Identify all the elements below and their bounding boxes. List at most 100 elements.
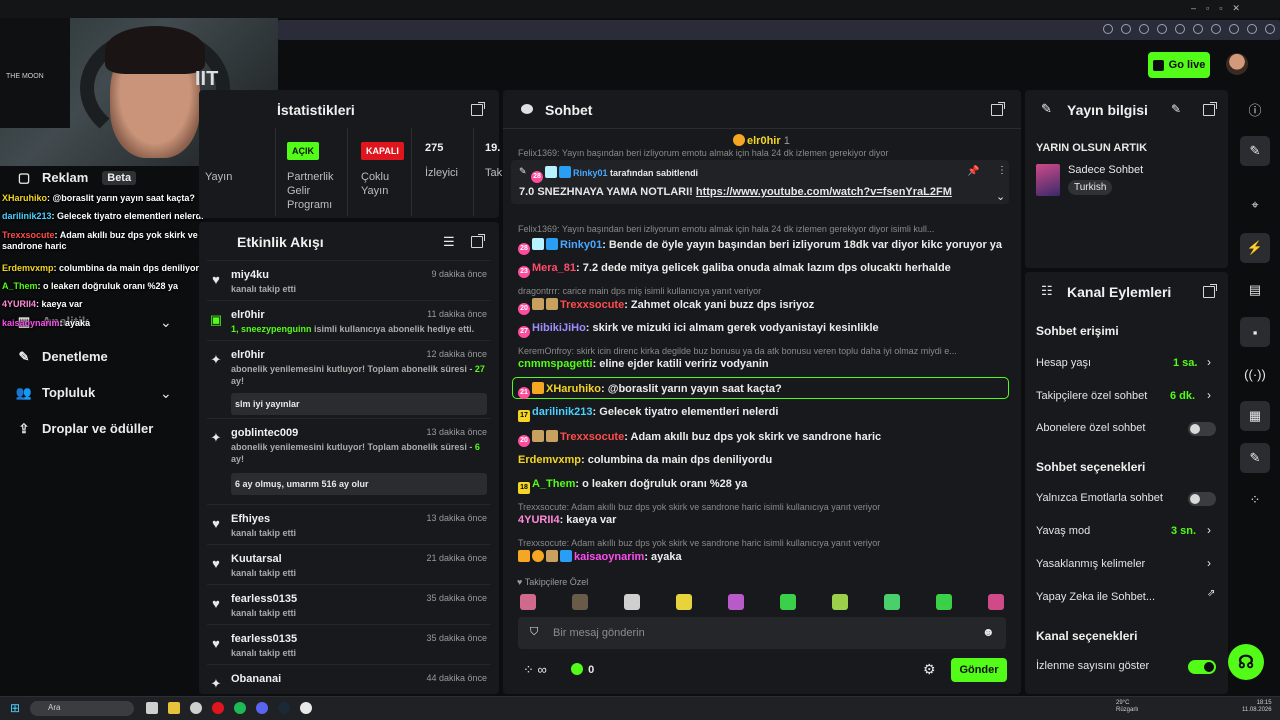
chat-username[interactable]: Rinky01 — [560, 239, 602, 251]
chevron-right-icon[interactable]: › — [1207, 388, 1211, 402]
activity-user[interactable]: Kuutarsal — [231, 553, 282, 565]
chat-username[interactable]: XHaruhiko — [546, 383, 601, 395]
windows-start-icon[interactable]: ⊞ — [10, 701, 20, 715]
chevron-down-icon[interactable]: ⌄ — [160, 385, 172, 402]
popout-icon[interactable] — [1203, 284, 1217, 298]
edit-icon[interactable]: ✎ — [1171, 102, 1181, 116]
app-icon[interactable] — [190, 702, 202, 714]
more-icon[interactable]: ⋮ — [997, 165, 1007, 176]
emote[interactable] — [728, 594, 744, 610]
popout-icon[interactable] — [471, 102, 485, 116]
setting-label[interactable]: Takipçilere özel sohbet — [1036, 390, 1147, 402]
emote[interactable] — [676, 594, 692, 610]
discord-icon[interactable] — [256, 702, 268, 714]
activity-user[interactable]: fearless0135 — [231, 633, 297, 645]
chevron-right-icon[interactable]: › — [1207, 355, 1211, 369]
extension-icon[interactable] — [1193, 24, 1203, 34]
chat-username[interactable]: Trexxsocute — [560, 431, 624, 443]
apps-icon[interactable]: ⁘ — [1240, 485, 1270, 515]
subs-only-toggle[interactable] — [1188, 422, 1216, 436]
external-link-icon[interactable]: ⇗ — [1207, 588, 1215, 599]
weather[interactable]: 29°C Rüzgarlı — [1116, 700, 1138, 714]
chat-username[interactable]: darilinik213 — [532, 406, 593, 418]
zoom-icon[interactable] — [1121, 24, 1131, 34]
file-explorer-icon[interactable] — [168, 702, 180, 714]
notes-icon[interactable]: ▤ — [1240, 275, 1270, 305]
spotify-icon[interactable] — [234, 702, 246, 714]
chat-username[interactable]: Erdemvxmp — [518, 454, 581, 466]
lightning-icon[interactable]: ⚡ — [1240, 233, 1270, 263]
settings-gear-icon[interactable]: ⚙ — [923, 661, 936, 678]
go-live-button[interactable]: Go live — [1148, 52, 1210, 78]
setting-label[interactable]: Hesap yaşı — [1036, 357, 1091, 369]
extension-icon[interactable] — [1175, 24, 1185, 34]
chevron-right-icon[interactable]: › — [1207, 523, 1211, 537]
extension-icon[interactable] — [1247, 24, 1257, 34]
avatar[interactable] — [1226, 53, 1248, 75]
setting-label[interactable]: Yapay Zeka ile Sohbet... — [1036, 591, 1155, 603]
pin-icon[interactable]: 📌 — [967, 166, 979, 177]
category-thumbnail[interactable] — [1036, 164, 1060, 196]
chat-username[interactable]: HibikiJiHo — [532, 322, 586, 334]
emote[interactable] — [884, 594, 900, 610]
send-button[interactable]: Gönder — [951, 658, 1007, 682]
taskbar-search[interactable]: Ara — [30, 701, 134, 716]
chevron-right-icon[interactable]: › — [1207, 556, 1211, 570]
extension-icon[interactable] — [1229, 24, 1239, 34]
infinity-icon[interactable]: ⁘ ∞ — [523, 662, 547, 678]
extension-icon[interactable] — [1211, 24, 1221, 34]
task-view-icon[interactable] — [146, 702, 158, 714]
clock[interactable]: 18:15 11.08.2026 — [1242, 700, 1272, 714]
emote[interactable] — [988, 594, 1004, 610]
extension-icon[interactable] — [1157, 24, 1167, 34]
chat-input[interactable]: ⛉ Bir mesaj gönderin ☻ — [518, 617, 1006, 649]
popout-icon[interactable] — [1203, 102, 1217, 116]
extension-icon[interactable] — [1139, 24, 1149, 34]
activity-user[interactable]: goblintec009 — [231, 427, 298, 439]
steam-icon[interactable] — [278, 702, 290, 714]
activity-user[interactable]: miy4ku — [231, 269, 269, 281]
obs-icon[interactable] — [300, 702, 312, 714]
wrench-icon[interactable]: ✎ — [1240, 443, 1270, 473]
chat-username[interactable]: A_Them — [532, 478, 575, 490]
search-icon[interactable] — [1103, 24, 1113, 34]
points-display[interactable]: 0 — [571, 663, 594, 676]
setting-label[interactable]: Yavaş mod — [1036, 525, 1090, 537]
chat-username[interactable]: cnmmspagetti — [518, 358, 593, 370]
activity-user[interactable]: elr0hir — [231, 309, 265, 321]
chat-username[interactable]: Mera_81 — [532, 262, 576, 274]
emote[interactable] — [936, 594, 952, 610]
extension-icon[interactable] — [1265, 24, 1275, 34]
info-icon[interactable]: ⓘ — [1240, 94, 1270, 124]
opera-icon[interactable] — [212, 702, 224, 714]
emote[interactable] — [572, 594, 588, 610]
activity-user[interactable]: Efhiyes — [231, 513, 270, 525]
activity-user[interactable]: elr0hir — [231, 349, 265, 361]
chat-icon[interactable]: ▪ — [1240, 317, 1270, 347]
chat-username[interactable]: kaisaoynarim — [574, 551, 644, 563]
window-controls[interactable]: – ▫ ▫ ✕ — [1191, 3, 1240, 14]
top-gifter[interactable]: elr0hir 1 — [733, 134, 790, 147]
filter-icon[interactable]: ☰ — [443, 234, 455, 250]
emote-only-toggle[interactable] — [1188, 492, 1216, 506]
edit-icon[interactable]: ✎ — [1240, 136, 1270, 166]
layout-icon[interactable]: ▦ — [1240, 401, 1270, 431]
sidebar-item-drops[interactable]: ⇪ Droplar ve ödüller — [16, 421, 154, 437]
camera-icon[interactable]: ⌖ — [1240, 190, 1270, 220]
chat-username[interactable]: Trexxsocute — [560, 299, 624, 311]
emote[interactable] — [624, 594, 640, 610]
pinned-link[interactable]: https://www.youtube.com/watch?v=fsenYraL… — [696, 186, 952, 198]
sidebar-item-moderation[interactable]: ✎ Denetleme — [16, 349, 108, 365]
activity-user[interactable]: Obananai — [231, 673, 281, 685]
emote[interactable] — [832, 594, 848, 610]
sidebar-item-ads[interactable]: ▢ Reklam Beta — [16, 170, 137, 185]
broadcast-icon[interactable]: ((·)) — [1240, 359, 1270, 389]
sidebar-item-community[interactable]: 👥 Topluluk — [16, 385, 95, 401]
activity-user[interactable]: fearless0135 — [231, 593, 297, 605]
pinned-message[interactable]: ✎ 28 Rinky01 tarafından sabitlendi 📌 ⋮ 7.… — [511, 160, 1009, 204]
setting-label[interactable]: Yasaklanmış kelimeler — [1036, 558, 1145, 570]
stream-category[interactable]: Sadece Sohbet — [1068, 164, 1143, 176]
shield-icon[interactable]: ⛉ — [530, 626, 538, 639]
emote[interactable] — [520, 594, 536, 610]
emote[interactable] — [780, 594, 796, 610]
